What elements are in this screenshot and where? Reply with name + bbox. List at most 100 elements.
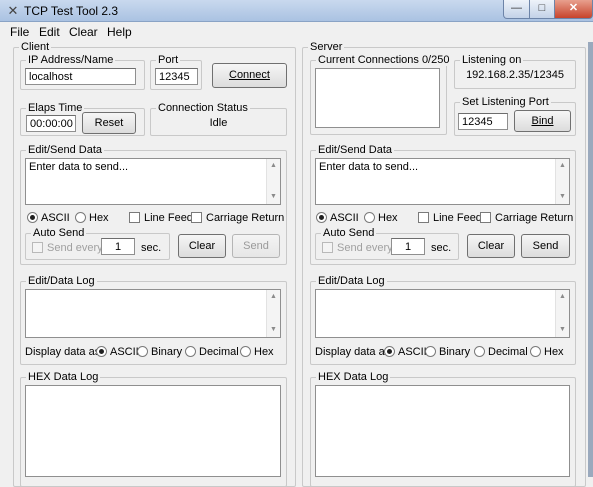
client-line-feed-label: Line Feed — [144, 212, 193, 224]
client-log-scrollbar[interactable]: ▲ ▼ — [266, 290, 280, 337]
server-line-feed-checkbox[interactable] — [418, 212, 429, 223]
server-display-hex-radio[interactable] — [530, 346, 541, 357]
server-send-every-label: Send every — [337, 242, 393, 254]
client-display-ascii-radio[interactable] — [96, 346, 107, 357]
connect-button[interactable]: Connect — [212, 63, 287, 88]
triangle-down-icon[interactable]: ▼ — [556, 324, 569, 336]
client-send-button[interactable]: Send — [232, 234, 280, 258]
elapsed-time-label: Elaps Time — [26, 102, 85, 114]
server-carriage-return-label: Carriage Return — [495, 212, 574, 224]
triangle-down-icon[interactable]: ▼ — [556, 191, 569, 203]
bind-button[interactable]: Bind — [514, 110, 571, 132]
menu-clear[interactable]: Clear — [69, 25, 98, 39]
client-send-hex-label: Hex — [89, 212, 109, 224]
server-display-as-label: Display data as: — [315, 346, 394, 358]
client-interval-unit: sec. — [141, 242, 162, 254]
server-interval-input[interactable]: 1 — [391, 238, 425, 255]
triangle-down-icon[interactable]: ▼ — [267, 324, 280, 336]
client-display-ascii-label: ASCII — [110, 346, 139, 358]
connections-label: Current Connections 0/250 — [316, 54, 452, 66]
server-display-hex-label: Hex — [544, 346, 564, 358]
ip-address-label: IP Address/Name — [26, 54, 116, 66]
client-display-decimal-radio[interactable] — [185, 346, 196, 357]
client-line-feed-checkbox[interactable] — [129, 212, 140, 223]
client-send-textarea[interactable]: Enter data to send... ▲ ▼ — [25, 158, 281, 205]
client-log-textarea[interactable]: ▲ ▼ — [25, 289, 281, 338]
client-send-text: Enter data to send... — [29, 161, 129, 173]
listening-label: Listening on — [460, 54, 524, 66]
close-button[interactable]: ✕ — [554, 0, 593, 19]
client-send-title: Edit/Send Data — [26, 144, 104, 156]
server-display-decimal-label: Decimal — [488, 346, 528, 358]
client-group-title: Client — [19, 41, 52, 53]
server-log-scrollbar[interactable]: ▲ ▼ — [555, 290, 569, 337]
server-display-binary-radio[interactable] — [425, 346, 436, 357]
triangle-up-icon[interactable]: ▲ — [556, 291, 569, 303]
client-clear-button[interactable]: Clear — [178, 234, 226, 258]
server-send-hex-radio[interactable] — [364, 212, 375, 223]
client-send-ascii-radio[interactable] — [27, 212, 38, 223]
server-display-decimal-radio[interactable] — [474, 346, 485, 357]
window-title: TCP Test Tool 2.3 — [24, 4, 119, 18]
server-send-ascii-radio[interactable] — [316, 212, 327, 223]
window-right-border — [588, 42, 593, 477]
client-log-title: Edit/Data Log — [26, 275, 97, 287]
connections-list[interactable] — [315, 68, 440, 128]
server-clear-button[interactable]: Clear — [467, 234, 515, 258]
server-line-feed-label: Line Feed — [433, 212, 482, 224]
triangle-up-icon[interactable]: ▲ — [267, 160, 280, 172]
client-auto-send-label: Auto Send — [31, 227, 87, 239]
menu-bar: File Edit Clear Help — [0, 22, 593, 42]
server-send-every-checkbox[interactable] — [322, 242, 333, 253]
client-hexlog-textarea[interactable] — [25, 385, 281, 477]
client-send-scrollbar[interactable]: ▲ ▼ — [266, 159, 280, 204]
triangle-up-icon[interactable]: ▲ — [267, 291, 280, 303]
triangle-down-icon[interactable]: ▼ — [267, 191, 280, 203]
client-display-hex-label: Hex — [254, 346, 274, 358]
server-log-title: Edit/Data Log — [316, 275, 387, 287]
menu-file[interactable]: File — [10, 25, 29, 39]
menu-help[interactable]: Help — [107, 25, 132, 39]
server-display-ascii-label: ASCII — [398, 346, 427, 358]
triangle-up-icon[interactable]: ▲ — [556, 160, 569, 172]
client-display-binary-label: Binary — [151, 346, 183, 358]
server-send-hex-label: Hex — [378, 212, 398, 224]
minimize-button[interactable]: — — [503, 0, 530, 19]
client-display-decimal-label: Decimal — [199, 346, 239, 358]
set-port-input[interactable]: 12345 — [458, 113, 508, 130]
server-send-button[interactable]: Send — [521, 234, 570, 258]
server-send-title: Edit/Send Data — [316, 144, 394, 156]
client-display-hex-radio[interactable] — [240, 346, 251, 357]
client-send-every-label: Send every — [47, 242, 103, 254]
client-display-binary-radio[interactable] — [137, 346, 148, 357]
server-send-ascii-label: ASCII — [330, 212, 359, 224]
client-send-ascii-label: ASCII — [41, 212, 70, 224]
title-bar[interactable]: ✕ TCP Test Tool 2.3 — □ ✕ — [0, 0, 593, 22]
server-group-title: Server — [308, 41, 345, 53]
set-port-label: Set Listening Port — [460, 96, 551, 108]
client-carriage-return-label: Carriage Return — [206, 212, 285, 224]
connection-status-label: Connection Status — [156, 102, 250, 114]
app-icon: ✕ — [7, 3, 19, 18]
server-carriage-return-checkbox[interactable] — [480, 212, 491, 223]
listening-value: 192.168.2.35/12345 — [466, 69, 564, 81]
client-display-as-label: Display data as: — [25, 346, 104, 358]
port-input[interactable]: 12345 — [155, 68, 198, 85]
server-hexlog-title: HEX Data Log — [316, 371, 391, 383]
maximize-button[interactable]: □ — [529, 0, 555, 19]
connect-label: Connect — [229, 69, 270, 81]
server-hexlog-textarea[interactable] — [315, 385, 570, 477]
server-auto-send-label: Auto Send — [321, 227, 377, 239]
elapsed-time-value: 00:00:00 — [26, 115, 76, 132]
client-send-hex-radio[interactable] — [75, 212, 86, 223]
server-send-textarea[interactable]: Enter data to send... ▲ ▼ — [315, 158, 570, 205]
server-log-textarea[interactable]: ▲ ▼ — [315, 289, 570, 338]
server-display-ascii-radio[interactable] — [384, 346, 395, 357]
ip-address-input[interactable]: localhost — [25, 68, 136, 85]
server-send-scrollbar[interactable]: ▲ ▼ — [555, 159, 569, 204]
client-carriage-return-checkbox[interactable] — [191, 212, 202, 223]
client-interval-input[interactable]: 1 — [101, 238, 135, 255]
reset-button[interactable]: Reset — [82, 112, 136, 134]
client-send-every-checkbox[interactable] — [32, 242, 43, 253]
menu-edit[interactable]: Edit — [39, 25, 60, 39]
